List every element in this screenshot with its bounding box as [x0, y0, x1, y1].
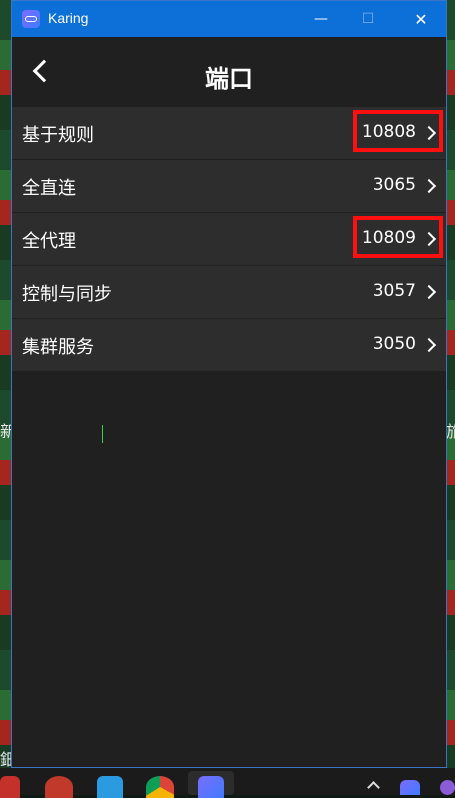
- minimize-button[interactable]: —: [298, 1, 344, 37]
- taskbar: [0, 768, 455, 798]
- chevron-right-icon: [421, 178, 437, 194]
- karing-app-icon: [22, 10, 40, 28]
- background-text: 旅: [446, 422, 455, 441]
- desktop-background-right: [446, 0, 455, 770]
- text-cursor: [102, 425, 103, 443]
- tray-app-icon[interactable]: [440, 780, 455, 795]
- app-window: Karing — ☐ ✕ 端口 基于规则 10808 全直连 3065 全代理 …: [11, 0, 447, 768]
- list-item-global-proxy[interactable]: 全代理 10809: [12, 213, 446, 266]
- chevron-right-icon: [421, 337, 437, 353]
- chevron-right-icon: [421, 284, 437, 300]
- highlight-box: [353, 110, 443, 152]
- window-title: Karing: [48, 10, 89, 26]
- port-value: 3065: [372, 175, 416, 195]
- list-item-rule-based[interactable]: 基于规则 10808: [12, 107, 446, 160]
- page-header: 端口: [12, 37, 446, 107]
- highlight-box: [353, 216, 443, 258]
- list-item-label: 基于规则: [22, 125, 94, 146]
- port-list: 基于规则 10808 全直连 3065 全代理 10809 控制与同步 3057…: [12, 107, 446, 372]
- list-item-cluster-service[interactable]: 集群服务 3050: [12, 319, 446, 372]
- chevron-up-icon[interactable]: [367, 781, 380, 794]
- list-item-label: 控制与同步: [22, 284, 112, 305]
- port-value: 3057: [372, 281, 416, 301]
- list-item-label: 集群服务: [22, 337, 94, 358]
- list-item-control-sync[interactable]: 控制与同步 3057: [12, 266, 446, 319]
- list-item-label: 全代理: [22, 231, 76, 252]
- title-bar[interactable]: Karing — ☐ ✕: [12, 1, 446, 37]
- page-title: 端口: [205, 65, 253, 93]
- tray-karing-icon[interactable]: [400, 780, 420, 795]
- close-button[interactable]: ✕: [398, 1, 444, 37]
- port-value: 3050: [372, 334, 416, 354]
- list-item-label: 全直连: [22, 178, 76, 199]
- list-item-direct[interactable]: 全直连 3065: [12, 160, 446, 213]
- maximize-button[interactable]: ☐: [345, 1, 391, 37]
